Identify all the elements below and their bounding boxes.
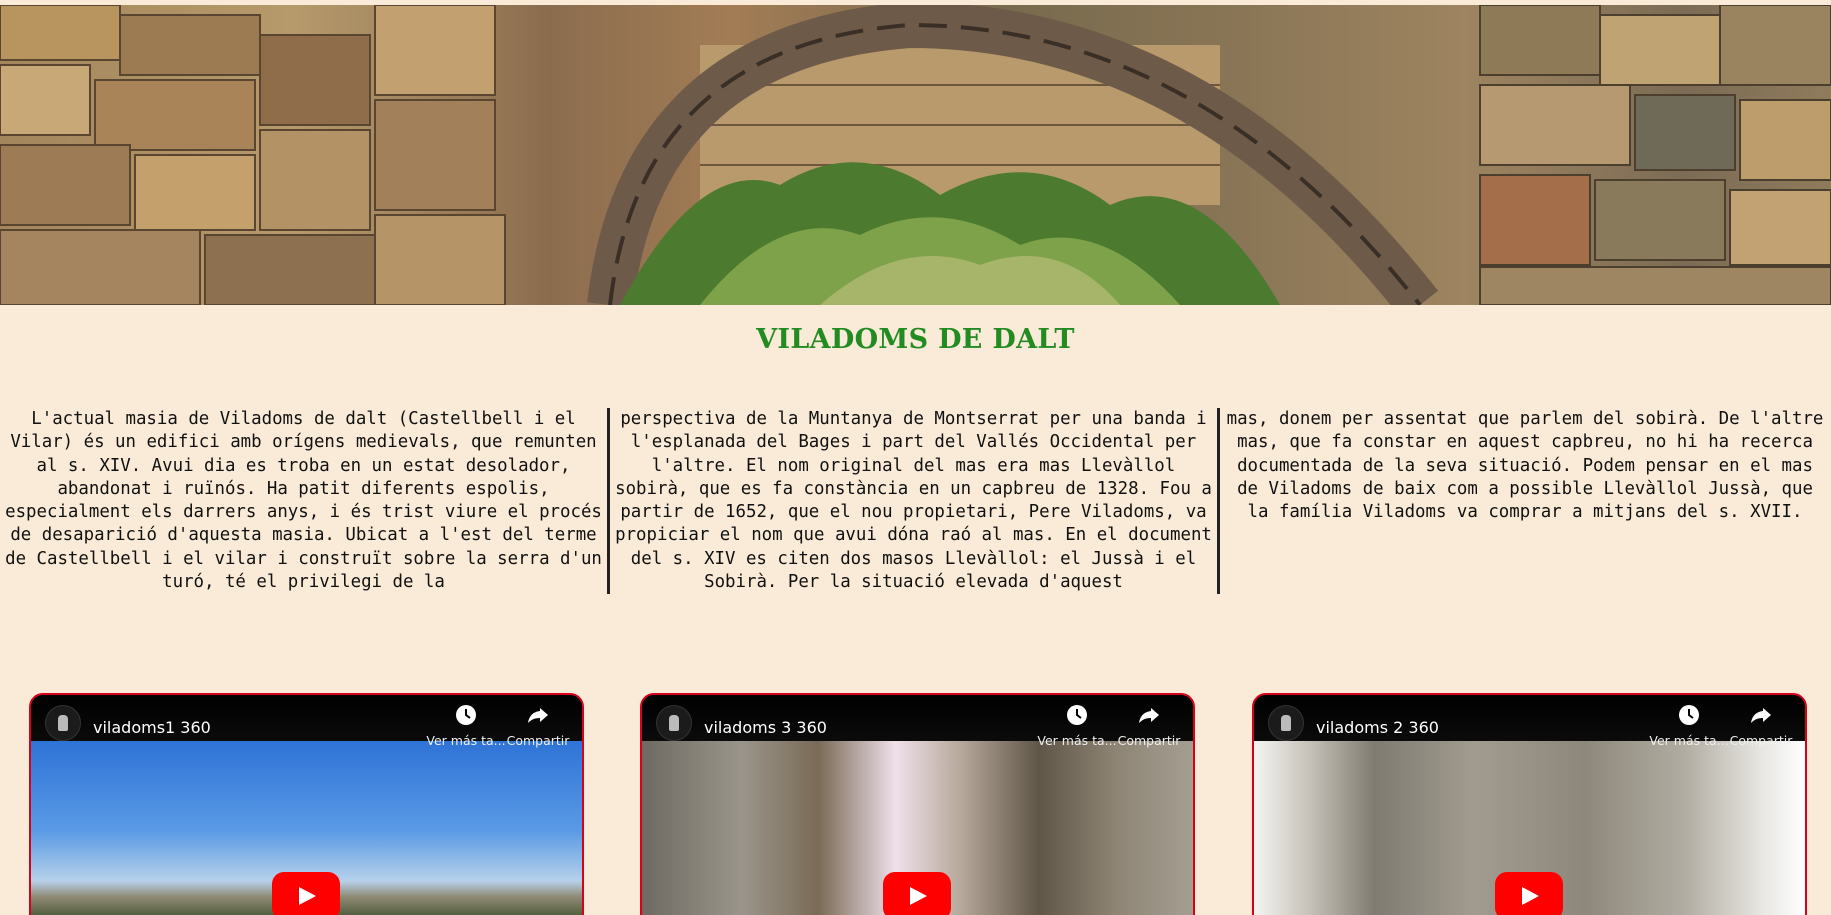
clock-icon xyxy=(1067,705,1087,725)
article-paragraph: perspectiva de la Muntanya de Montserrat… xyxy=(615,409,1212,593)
article-paragraph: L'actual masia de Viladoms de dalt (Cast… xyxy=(5,409,602,593)
video-title[interactable]: viladoms 3 360 xyxy=(704,718,827,737)
share-button[interactable]: Compartir xyxy=(493,703,582,748)
share-icon xyxy=(528,708,548,723)
share-icon xyxy=(1751,708,1771,723)
share-label: Compartir xyxy=(1729,733,1793,748)
clock-icon xyxy=(1679,705,1699,725)
article-column-2: perspectiva de la Muntanya de Montserrat… xyxy=(610,408,1220,594)
channel-avatar[interactable] xyxy=(1268,705,1304,741)
article-paragraph: mas, donem per assentat que parlem del s… xyxy=(1226,409,1824,523)
share-icon xyxy=(1139,708,1159,723)
play-button[interactable] xyxy=(1495,872,1563,915)
play-button[interactable] xyxy=(272,872,340,915)
video-title[interactable]: viladoms 2 360 xyxy=(1316,718,1439,737)
share-button[interactable]: Compartir xyxy=(1716,703,1805,748)
article-column-1: L'actual masia de Viladoms de dalt (Cast… xyxy=(0,408,610,594)
channel-avatar[interactable] xyxy=(656,705,692,741)
video-embed-3[interactable]: viladoms 2 360 Ver más ta... Compartir xyxy=(1252,693,1807,915)
article-columns: L'actual masia de Viladoms de dalt (Cast… xyxy=(0,408,1831,594)
share-label: Compartir xyxy=(1117,733,1181,748)
clock-icon xyxy=(456,705,476,725)
play-button[interactable] xyxy=(883,872,951,915)
article-column-3: mas, donem per assentat que parlem del s… xyxy=(1220,408,1830,594)
video-title[interactable]: viladoms1 360 xyxy=(93,718,211,737)
hero-banner-image xyxy=(0,5,1831,305)
share-button[interactable]: Compartir xyxy=(1104,703,1193,748)
page-title: VILADOMS DE DALT xyxy=(756,324,1075,355)
video-embed-1[interactable]: viladoms1 360 Ver más ta... Compartir xyxy=(29,693,584,915)
share-label: Compartir xyxy=(506,733,570,748)
channel-avatar[interactable] xyxy=(45,705,81,741)
video-embed-2[interactable]: viladoms 3 360 Ver más ta... Compartir xyxy=(640,693,1195,915)
arch-illustration xyxy=(0,5,1831,305)
